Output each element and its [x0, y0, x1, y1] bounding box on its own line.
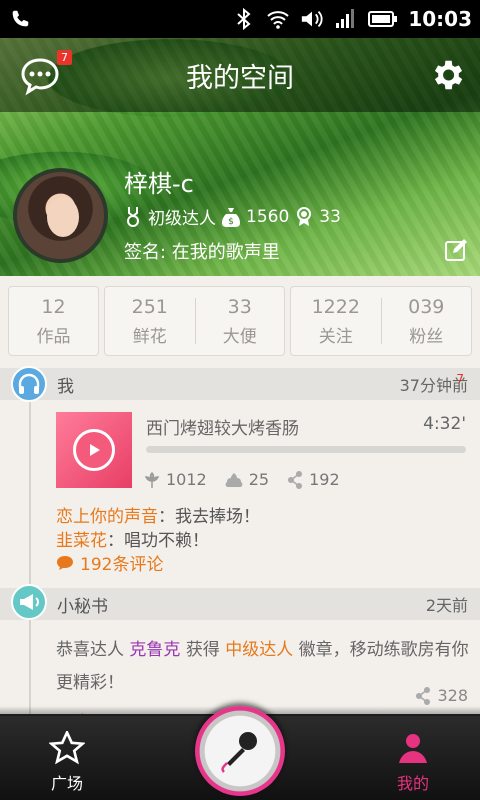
- bluetooth-icon: [232, 7, 256, 31]
- nav-mine[interactable]: 我的: [368, 728, 458, 794]
- stat-works[interactable]: 12 作品: [9, 296, 98, 347]
- poop-stat[interactable]: 25: [225, 470, 269, 489]
- stat-value: 039: [408, 295, 445, 318]
- comment-text: ：唱功不赖！: [107, 531, 209, 551]
- avatar[interactable]: [13, 168, 108, 263]
- phone-icon: [8, 7, 32, 31]
- edit-icon: [445, 239, 467, 261]
- comment-user[interactable]: 恋上你的声音: [56, 507, 158, 527]
- stat-value: 251: [131, 295, 168, 318]
- nav-square[interactable]: 广场: [22, 728, 112, 794]
- battery-icon: [368, 7, 398, 31]
- feed-time: 2天前: [425, 596, 468, 615]
- stat-label: 粉丝: [409, 326, 444, 347]
- stat-group-works: 12 作品: [8, 286, 99, 356]
- flower-icon: [144, 471, 160, 488]
- song-stats: 1012 25 192: [144, 470, 340, 489]
- stat-following[interactable]: 1222 关注: [291, 296, 381, 347]
- nav-square-label: 广场: [50, 774, 83, 793]
- comment-icon: [57, 555, 73, 570]
- user-name: 梓棋-c: [124, 170, 194, 198]
- stats-row: 12 作品 251 鲜花 33 大便 1222 关注 039 粉丝: [8, 286, 472, 356]
- nav-mine-label: 我的: [396, 774, 429, 793]
- timeline-line: [29, 380, 31, 720]
- settings-button[interactable]: [428, 56, 466, 94]
- song-card[interactable]: 西门烤翅较大烤香肠 4:32' 1012 25 192: [56, 412, 470, 492]
- share-icon: [288, 470, 303, 489]
- notice-user-link[interactable]: 克鲁克: [129, 640, 180, 660]
- signal-icon: [334, 7, 358, 31]
- share-count: 328: [437, 686, 468, 705]
- message-count-badge: 7: [57, 50, 72, 65]
- money-bag-icon: $: [222, 206, 240, 228]
- feed-header-me: 我 37分钟前: [0, 368, 480, 400]
- stat-label: 关注: [318, 326, 353, 347]
- wifi-icon: [266, 7, 290, 31]
- share-stat[interactable]: 328: [415, 686, 468, 705]
- status-time: 10:03: [408, 7, 472, 31]
- stat-group-social: 1222 关注 039 粉丝: [290, 286, 472, 356]
- comment-user[interactable]: 韭菜花: [56, 531, 107, 551]
- status-bar: 10:03: [0, 0, 480, 38]
- page-title: 我的空间: [186, 62, 294, 94]
- comment-item: 韭菜花：唱功不赖！: [56, 526, 209, 551]
- comment-count-link[interactable]: 192条评论: [56, 550, 163, 575]
- volume-icon: [300, 7, 324, 31]
- user-coins: 1560: [246, 206, 290, 227]
- title-bar: 7 我的空间: [0, 38, 480, 112]
- stat-group-gifts: 251 鲜花 33 大便: [104, 286, 285, 356]
- feed-user[interactable]: 小秘书: [57, 592, 108, 617]
- notice-badge-link[interactable]: 中级达人: [225, 640, 293, 660]
- edit-signature-button[interactable]: [444, 238, 468, 262]
- record-button[interactable]: [195, 706, 285, 796]
- profile-header: 7 我的空间 梓棋-c 初级达人 $ 1560 33 签名: 在我的歌声里: [0, 38, 480, 276]
- stat-label: 作品: [36, 326, 71, 347]
- user-medals: 33: [319, 206, 341, 227]
- award-icon: [295, 206, 313, 228]
- svg-text:$: $: [228, 217, 234, 227]
- notice-text: 恭喜达人 克鲁克 获得 中级达人 徽章，移动练歌房有你更精彩！: [56, 634, 472, 700]
- messages-button[interactable]: [20, 56, 60, 96]
- user-icon: [368, 728, 458, 768]
- song-title: 西门烤翅较大烤香肠: [146, 419, 299, 439]
- flower-count: 1012: [166, 470, 207, 489]
- user-meta: 初级达人 $ 1560 33: [124, 204, 341, 229]
- bottom-nav: 广场 我的: [0, 706, 480, 800]
- share-count: 192: [309, 470, 340, 489]
- microphone-icon: [221, 732, 257, 773]
- comment-count: 192条评论: [80, 555, 164, 575]
- level-medal-icon: [124, 206, 142, 228]
- stat-value: 1222: [311, 295, 360, 318]
- megaphone-icon: [11, 584, 47, 620]
- headphones-icon: [11, 366, 47, 402]
- flower-stat[interactable]: 1012: [144, 470, 207, 489]
- share-stat[interactable]: 192: [287, 470, 340, 489]
- star-icon: [22, 728, 112, 768]
- user-level: 初级达人: [148, 209, 216, 229]
- song-cover[interactable]: [56, 412, 132, 488]
- stat-label: 大便: [222, 326, 257, 347]
- stat-flowers[interactable]: 251 鲜花: [105, 296, 195, 347]
- gear-icon: [434, 60, 463, 90]
- poop-count: 25: [248, 470, 270, 489]
- poop-icon: [225, 472, 243, 487]
- notice-part: 获得: [185, 640, 220, 660]
- stat-fans[interactable]: 039 粉丝: [382, 296, 472, 347]
- song-duration: 4:32': [423, 414, 466, 434]
- notice-part: 恭喜达人: [56, 640, 124, 660]
- comment-text: ：我去捧场！: [158, 507, 260, 527]
- play-icon[interactable]: [73, 429, 115, 471]
- stat-value: 33: [227, 295, 252, 318]
- feed-user[interactable]: 我: [57, 372, 74, 397]
- share-icon: [416, 686, 431, 705]
- stat-poop[interactable]: 33 大便: [196, 296, 285, 347]
- user-signature: 签名: 在我的歌声里: [124, 242, 280, 263]
- feed-header-secretary: 小秘书 2天前: [0, 588, 480, 620]
- new-count-badge: 7: [456, 372, 464, 386]
- comment-item: 恋上你的声音：我去捧场！: [56, 502, 260, 527]
- stat-label: 鲜花: [132, 326, 167, 347]
- stat-value: 12: [41, 295, 66, 318]
- chat-bubble-icon: [21, 58, 59, 96]
- song-progress-bar[interactable]: [146, 446, 466, 453]
